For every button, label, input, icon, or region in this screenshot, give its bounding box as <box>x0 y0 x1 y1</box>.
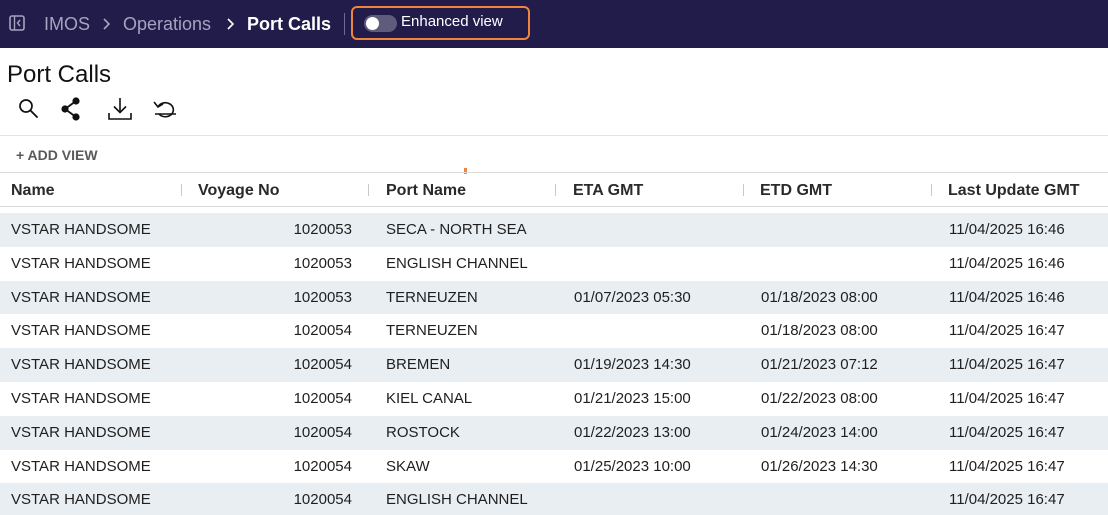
cell-port-name: ROSTOCK <box>386 423 460 441</box>
cell-last-update-gmt: 11/04/2025 16:47 <box>949 491 1065 509</box>
table-row[interactable]: VSTAR HANDSOME 1020054 BREMEN 01/19/2023… <box>0 348 1108 382</box>
cell-name: VSTAR HANDSOME <box>11 423 151 441</box>
table-row[interactable]: VSTAR HANDSOME 1020054 ROSTOCK 01/22/202… <box>0 415 1108 450</box>
divider <box>0 135 1108 136</box>
cell-eta-gmt: 01/21/2023 15:00 <box>574 389 691 407</box>
cell-last-update-gmt: 11/04/2025 16:47 <box>949 423 1065 441</box>
page-title: Port Calls <box>7 61 112 88</box>
cell-voyage-no: 1020054 <box>293 491 352 509</box>
cell-voyage-no: 1020053 <box>293 288 352 306</box>
cell-port-name: TERNEUZEN <box>386 288 478 306</box>
cell-voyage-no: 1020054 <box>293 389 352 407</box>
column-header-name[interactable]: Name <box>11 182 55 200</box>
download-icon[interactable] <box>107 96 133 122</box>
column-resize-handle[interactable] <box>368 184 369 196</box>
top-bar: IMOS Operations Port Calls Enhanced view <box>0 0 1108 48</box>
table-row[interactable]: VSTAR HANDSOME 1020054 TERNEUZEN 01/18/2… <box>0 314 1108 348</box>
cell-port-name: BREMEN <box>386 356 451 374</box>
table-row[interactable]: VSTAR HANDSOME 1020053 ENGLISH CHANNEL 1… <box>0 247 1108 281</box>
cell-etd-gmt: 01/26/2023 14:30 <box>761 457 878 475</box>
breadcrumb-imos[interactable]: IMOS <box>44 13 90 35</box>
cell-voyage-no: 1020054 <box>293 457 352 475</box>
chevron-right-icon <box>226 17 235 30</box>
cell-etd-gmt: 01/18/2023 08:00 <box>761 288 878 306</box>
table-row[interactable]: VSTAR HANDSOME 1020054 KIEL CANAL 01/21/… <box>0 382 1108 416</box>
column-header-last-update-gmt[interactable]: Last Update GMT <box>948 182 1080 200</box>
column-resize-handle[interactable] <box>931 184 932 196</box>
cell-voyage-no: 1020053 <box>293 254 352 272</box>
toggle-switch[interactable] <box>364 15 397 32</box>
cell-voyage-no: 1020053 <box>293 221 352 238</box>
cell-port-name: ENGLISH CHANNEL <box>386 254 528 272</box>
cell-voyage-no: 1020054 <box>293 356 352 374</box>
sidebar-collapse-icon[interactable] <box>9 15 25 31</box>
breadcrumb-operations[interactable]: Operations <box>123 13 211 35</box>
cell-name: VSTAR HANDSOME <box>11 322 151 340</box>
cell-etd-gmt: 01/21/2023 07:12 <box>761 356 878 374</box>
column-resize-handle[interactable] <box>181 184 182 196</box>
cell-name: VSTAR HANDSOME <box>11 457 151 475</box>
table-row[interactable]: VSTAR HANDSOME 1020054 ENGLISH CHANNEL 1… <box>0 483 1108 515</box>
column-header-voyage-no[interactable]: Voyage No <box>198 182 280 200</box>
cell-port-name: ENGLISH CHANNEL <box>386 491 528 509</box>
search-icon[interactable] <box>16 96 42 122</box>
table-row[interactable]: VSTAR HANDSOME 1020053 TERNEUZEN 01/07/2… <box>0 280 1108 315</box>
cell-port-name: KIEL CANAL <box>386 389 473 407</box>
cell-name: VSTAR HANDSOME <box>11 356 151 374</box>
cell-last-update-gmt: 11/04/2025 16:47 <box>949 322 1065 340</box>
column-header-eta-gmt[interactable]: ETA GMT <box>573 182 643 200</box>
chevron-right-icon <box>102 17 111 30</box>
cell-etd-gmt: 01/24/2023 14:00 <box>761 423 878 441</box>
cell-name: VSTAR HANDSOME <box>11 491 151 509</box>
cell-name: VSTAR HANDSOME <box>11 254 151 272</box>
table-row[interactable]: VSTAR HANDSOME 1020054 SKAW 01/25/2023 1… <box>0 450 1108 484</box>
cell-name: VSTAR HANDSOME <box>11 389 151 407</box>
cell-eta-gmt: 01/07/2023 05:30 <box>574 288 691 306</box>
table-header: Name Voyage No Port Name ETA GMT ETD GMT… <box>0 173 1108 207</box>
cell-etd-gmt: 01/22/2023 08:00 <box>761 389 878 407</box>
cell-etd-gmt: 01/18/2023 08:00 <box>761 322 878 340</box>
enhanced-view-label: Enhanced view <box>401 13 503 30</box>
column-header-etd-gmt[interactable]: ETD GMT <box>760 182 832 200</box>
table-body: VSTAR HANDSOME 1020053 SECA - NORTH SEA … <box>0 213 1108 515</box>
cell-voyage-no: 1020054 <box>293 423 352 441</box>
share-icon[interactable] <box>58 96 84 122</box>
table-row[interactable]: VSTAR HANDSOME 1020053 SECA - NORTH SEA … <box>0 213 1108 247</box>
cell-port-name: SKAW <box>386 457 430 475</box>
column-header-port-name[interactable]: Port Name <box>386 182 466 200</box>
cell-last-update-gmt: 11/04/2025 16:47 <box>949 356 1065 374</box>
cell-port-name: SECA - NORTH SEA <box>386 221 527 238</box>
cell-last-update-gmt: 11/04/2025 16:46 <box>949 288 1065 306</box>
cell-last-update-gmt: 11/04/2025 16:46 <box>949 254 1065 272</box>
enhanced-view-toggle[interactable]: Enhanced view <box>351 6 530 40</box>
breadcrumb-port-calls: Port Calls <box>247 14 332 34</box>
add-view-button[interactable]: + ADD VIEW <box>16 147 98 163</box>
cell-name: VSTAR HANDSOME <box>11 288 151 306</box>
cell-eta-gmt: 01/25/2023 10:00 <box>574 457 691 475</box>
cell-eta-gmt: 01/19/2023 14:30 <box>574 356 691 374</box>
divider <box>344 13 345 35</box>
column-resize-handle[interactable] <box>555 184 556 196</box>
cell-name: VSTAR HANDSOME <box>11 221 151 238</box>
column-resize-handle[interactable] <box>743 184 744 196</box>
cell-voyage-no: 1020054 <box>293 322 352 340</box>
cell-port-name: TERNEUZEN <box>386 322 478 340</box>
undo-icon[interactable] <box>152 96 178 122</box>
cell-last-update-gmt: 11/04/2025 16:46 <box>949 221 1065 238</box>
cell-eta-gmt: 01/22/2023 13:00 <box>574 423 691 441</box>
port-calls-table: Name Voyage No Port Name ETA GMT ETD GMT… <box>0 173 1108 515</box>
cell-last-update-gmt: 11/04/2025 16:47 <box>949 389 1065 407</box>
toggle-knob <box>366 17 379 30</box>
cell-last-update-gmt: 11/04/2025 16:47 <box>949 457 1065 475</box>
